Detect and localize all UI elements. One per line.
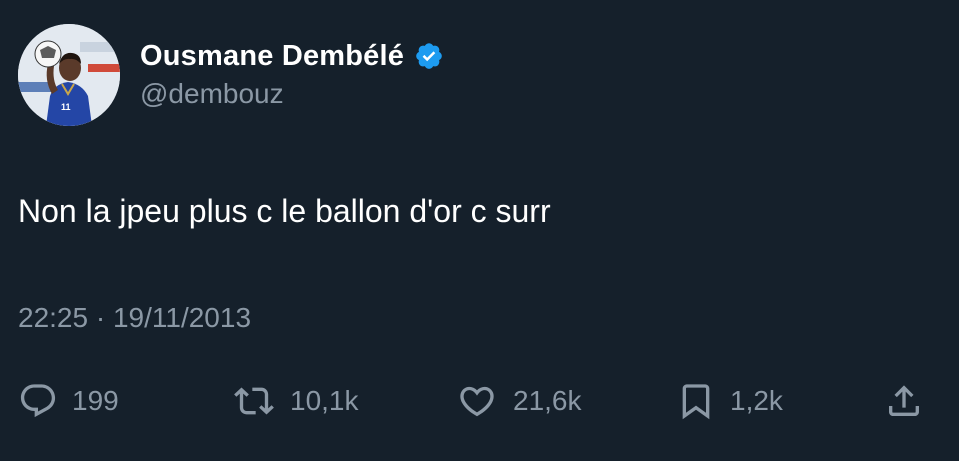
share-upload-icon (884, 380, 924, 422)
like-count: 21,6k (513, 385, 582, 416)
bookmark-button[interactable]: 1,2k (676, 376, 783, 426)
reply-count: 199 (72, 385, 119, 416)
like-button[interactable]: 21,6k (455, 376, 582, 426)
retweet-count: 10,1k (290, 385, 359, 416)
reply-bubble-icon (18, 381, 58, 421)
author-name-row: Ousmane Dembélé (140, 36, 444, 76)
avatar[interactable]: 11 (18, 24, 120, 126)
action-bar: 199 10,1k 21,6k 1,2k (0, 376, 959, 426)
tweet-card: 11 Ousmane Dembélé @dembouz Non la jpeu … (0, 0, 959, 461)
bookmark-count: 1,2k (730, 385, 783, 416)
tweet-text: Non la jpeu plus c le ballon d'or c surr (18, 193, 551, 229)
jersey-number: 11 (61, 102, 71, 112)
tweet-timestamp[interactable]: 22:25 · 19/11/2013 (18, 302, 251, 334)
heart-icon (455, 381, 499, 421)
share-button[interactable] (884, 376, 924, 426)
bookmark-icon (676, 380, 716, 422)
retweet-icon (232, 381, 276, 421)
avatar-photo: 11 (18, 24, 120, 126)
retweet-button[interactable]: 10,1k (232, 376, 359, 426)
verified-badge-icon (414, 41, 444, 71)
reply-button[interactable]: 199 (18, 376, 119, 426)
display-name[interactable]: Ousmane Dembélé (140, 40, 404, 73)
user-handle[interactable]: @dembouz (140, 78, 284, 110)
